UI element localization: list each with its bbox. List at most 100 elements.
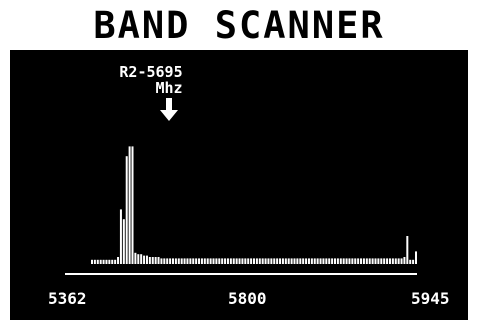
spectrum-bar	[189, 258, 192, 264]
marker-unit-label: Mhz	[155, 79, 183, 97]
marker-channel-label: R2-5695	[119, 63, 183, 81]
spectrum-bar	[154, 257, 157, 264]
spectrum-bar	[273, 258, 276, 264]
spectrum-bar	[357, 258, 360, 264]
spectrum-bar	[279, 258, 282, 264]
spectrum-bar	[198, 258, 201, 264]
spectrum-bar	[397, 258, 400, 264]
spectrum-bar	[134, 252, 137, 264]
spectrum-bar	[328, 258, 331, 264]
spectrum-bar	[250, 258, 253, 264]
spectrum-bar	[209, 258, 212, 264]
spectrum-bar	[345, 258, 348, 264]
spectrum-bar	[166, 258, 169, 264]
spectrum-bar	[380, 258, 383, 264]
x-tick-label: 5362	[48, 289, 87, 308]
spectrum-bar	[247, 258, 250, 264]
spectrum-bar	[145, 255, 148, 264]
spectrum-bar	[235, 258, 238, 264]
spectrum-bar	[117, 257, 120, 264]
spectrum-bar	[238, 258, 241, 264]
spectrum-bar	[151, 257, 154, 264]
spectrum-bar	[215, 258, 218, 264]
spectrum-bar	[195, 258, 198, 264]
spectrum-bar	[157, 257, 160, 264]
spectrum-bar	[313, 258, 316, 264]
spectrum-bar	[137, 254, 140, 264]
spectrum-bar	[186, 258, 189, 264]
spectrum-bar	[131, 146, 134, 264]
down-arrow-icon	[160, 98, 178, 121]
spectrum-bar	[261, 258, 264, 264]
spectrum-bar	[270, 258, 273, 264]
spectrum-bar	[403, 257, 406, 264]
spectrum-bar	[377, 258, 380, 264]
spectrum-bar	[148, 257, 151, 264]
spectrum-bar	[409, 259, 412, 264]
spectrum-bar	[232, 258, 235, 264]
spectrum-bar	[388, 258, 391, 264]
x-tick-label: 5800	[228, 289, 267, 308]
spectrum-bar	[180, 258, 183, 264]
spectrum-bar	[284, 258, 287, 264]
spectrum-bar	[255, 258, 258, 264]
spectrum-bar	[348, 258, 351, 264]
spectrum-chart	[65, 146, 417, 275]
spectrum-bar	[218, 258, 221, 264]
spectrum-bar	[415, 251, 417, 264]
spectrum-bar	[174, 258, 177, 264]
spectrum-bar	[383, 258, 386, 264]
spectrum-bar	[183, 258, 186, 264]
spectrum-bar	[412, 259, 415, 264]
spectrum-bar	[96, 259, 99, 264]
spectrum-bars	[91, 146, 417, 264]
spectrum-bar	[406, 236, 409, 264]
spectrum-bar	[119, 209, 122, 264]
spectrum-bar	[307, 258, 310, 264]
spectrum-bar	[351, 258, 354, 264]
spectrum-bar	[143, 255, 146, 264]
spectrum-bar	[241, 258, 244, 264]
spectrum-bar	[172, 258, 174, 264]
spectrum-bar	[394, 258, 397, 264]
spectrum-bar	[374, 258, 377, 264]
spectrum-bar	[342, 258, 345, 264]
spectrum-bar	[140, 254, 143, 264]
spectrum-bar	[386, 258, 389, 264]
spectrum-bar	[128, 146, 131, 264]
spectrum-bar	[177, 258, 180, 264]
spectrum-bar	[93, 259, 96, 264]
spectrum-bar	[221, 258, 224, 264]
spectrum-bar	[108, 259, 111, 264]
spectrum-bar	[336, 258, 339, 264]
spectrum-bar	[331, 258, 334, 264]
spectrum-bar	[368, 258, 371, 264]
spectrum-bar	[334, 258, 336, 264]
spectrum-bar	[111, 259, 114, 264]
spectrum-bar	[365, 258, 368, 264]
spectrum-bar	[125, 156, 128, 264]
spectrum-bar	[310, 258, 313, 264]
spectrum-bar	[163, 258, 166, 264]
spectrum-bar	[299, 258, 302, 264]
spectrum-bar	[362, 258, 365, 264]
spectrum-bar	[400, 258, 403, 264]
spectrum-bar	[192, 258, 195, 264]
band-scanner-screen: BAND SCANNER R2-5695 Mhz 5362 5800 5945	[0, 0, 478, 320]
spectrum-bar	[258, 258, 261, 264]
spectrum-bar	[244, 258, 247, 264]
spectrum-bar	[354, 258, 357, 264]
spectrum-bar	[203, 258, 206, 264]
spectrum-bar	[305, 258, 308, 264]
spectrum-bar	[105, 259, 108, 264]
spectrum-bar	[200, 258, 203, 264]
spectrum-bar	[339, 258, 342, 264]
spectrum-bar	[319, 258, 322, 264]
spectrum-bar	[287, 258, 290, 264]
spectrum-bar	[212, 258, 215, 264]
spectrum-bar	[281, 258, 284, 264]
spectrum-bar	[229, 258, 232, 264]
spectrum-bar	[91, 259, 93, 264]
spectrum-bar	[391, 258, 394, 264]
spectrum-bar	[302, 258, 305, 264]
